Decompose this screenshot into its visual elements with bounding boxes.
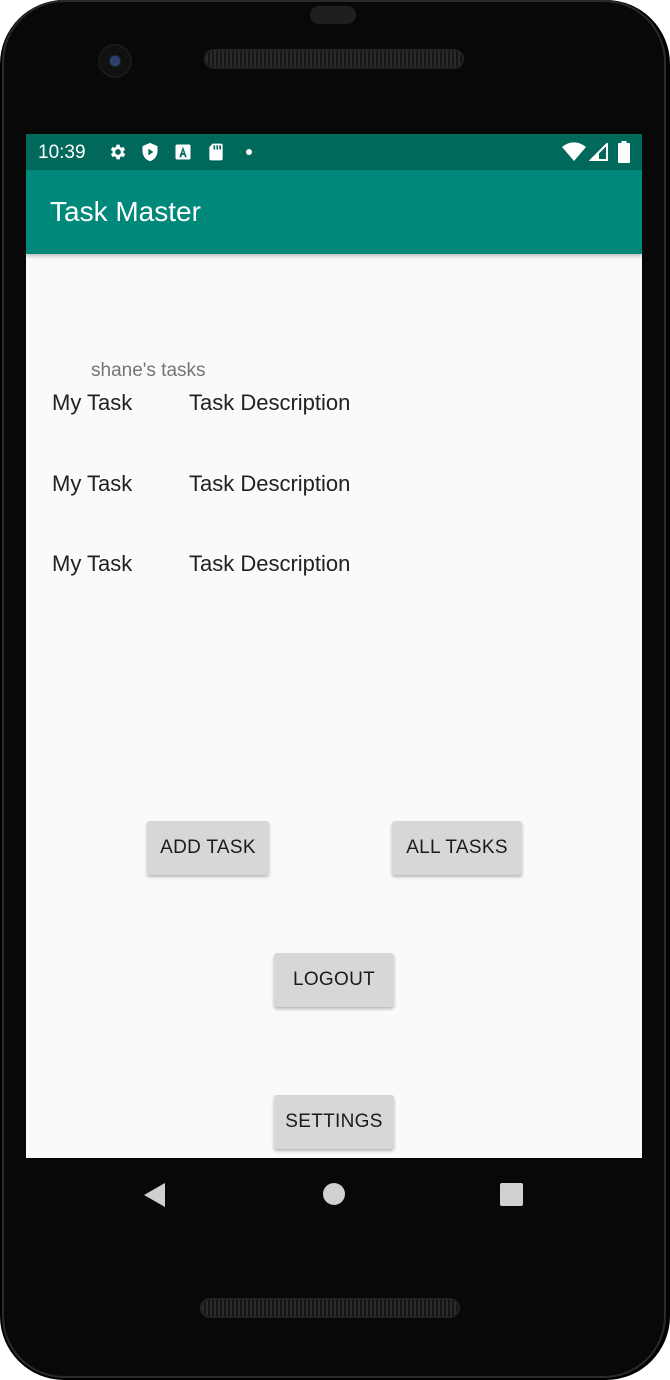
sd-card-icon	[209, 143, 223, 161]
task-row[interactable]: My Task Task Description	[52, 551, 552, 585]
task-row[interactable]: My Task Task Description	[52, 471, 552, 505]
recents-icon[interactable]	[500, 1183, 523, 1206]
task-title: My Task	[52, 471, 133, 496]
bottom-speaker-grille	[202, 1300, 458, 1316]
wifi-icon	[562, 142, 586, 161]
home-icon[interactable]	[322, 1182, 346, 1206]
status-bar: 10:39	[26, 134, 642, 170]
settings-icon	[110, 144, 126, 160]
user-tasks-label: shane's tasks	[91, 360, 206, 381]
task-description: Task Description	[189, 471, 351, 496]
settings-button[interactable]: SETTINGS	[274, 1095, 394, 1149]
status-time: 10:39	[38, 142, 86, 163]
dot-icon	[246, 149, 252, 155]
task-title: My Task	[52, 390, 133, 415]
shield-icon	[142, 142, 158, 162]
phone-frame: 10:39 Task Master shane's tasks My Task …	[0, 0, 670, 1380]
back-icon[interactable]	[143, 1182, 167, 1208]
a-badge-icon	[175, 144, 191, 160]
task-row[interactable]: My Task Task Description	[52, 390, 552, 424]
earpiece-notch	[310, 6, 356, 24]
signal-icon	[589, 143, 608, 161]
front-camera	[100, 46, 130, 76]
app-screen: 10:39 Task Master shane's tasks My Task …	[26, 134, 642, 1158]
task-description: Task Description	[189, 390, 351, 415]
top-speaker-grille	[206, 51, 462, 67]
battery-icon	[618, 141, 630, 163]
task-title: My Task	[52, 551, 133, 576]
add-task-button[interactable]: ADD TASK	[147, 821, 269, 875]
app-title: Task Master	[50, 196, 201, 227]
logout-button[interactable]: LOGOUT	[274, 953, 394, 1007]
all-tasks-button[interactable]: ALL TASKS	[392, 821, 522, 875]
task-description: Task Description	[189, 551, 351, 576]
app-bar: Task Master	[26, 170, 642, 254]
